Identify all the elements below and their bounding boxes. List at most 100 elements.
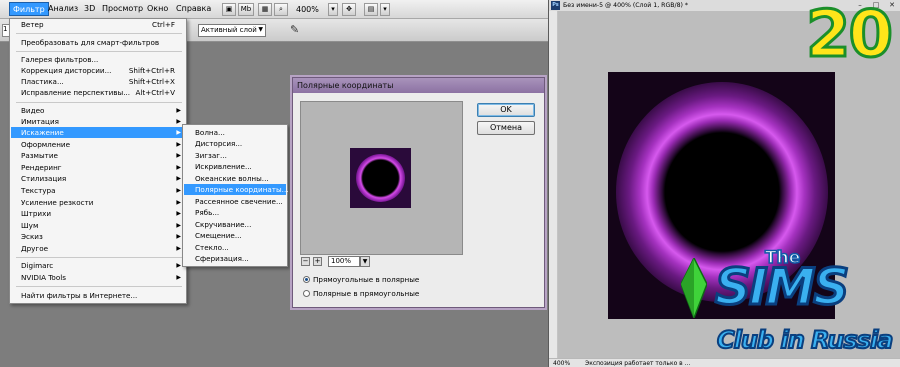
- radio-label: Полярные в прямоугольные: [313, 289, 420, 298]
- menu-separator: [16, 102, 182, 103]
- zoom-level[interactable]: 400%: [296, 5, 319, 14]
- menu-item-video[interactable]: Видео ▶: [11, 105, 185, 116]
- zoom-in-button[interactable]: +: [313, 257, 322, 266]
- submenu-item-zigzag[interactable]: Зигзаг...: [184, 150, 286, 161]
- menu-item-shortcut: Shift+Ctrl+X: [128, 77, 175, 86]
- menu-item-smart-filters[interactable]: Преобразовать для смарт-фильтров: [11, 37, 185, 48]
- menu-item-label: Эскиз: [21, 232, 43, 241]
- menu-filter[interactable]: Фильтр: [9, 2, 49, 16]
- arrange-documents-icon[interactable]: ▤: [364, 3, 378, 16]
- zoom-out-button[interactable]: −: [301, 257, 310, 266]
- menu-item-filter-gallery[interactable]: Галерея фильтров...: [11, 54, 185, 65]
- menu-item-sketch-strokes[interactable]: Штрихи ▶: [11, 208, 185, 219]
- preview-area[interactable]: [300, 101, 463, 255]
- submenu-arrow-icon: ▶: [176, 199, 181, 206]
- submenu-item-shear[interactable]: Искривление...: [184, 161, 286, 172]
- menu-item-label: Стекло...: [195, 243, 229, 252]
- submenu-arrow-icon: ▶: [176, 152, 181, 159]
- menu-item-texture[interactable]: Текстура ▶: [11, 185, 185, 196]
- filter-menu: Ветер Ctrl+F Преобразовать для смарт-филь…: [9, 18, 187, 304]
- menu-item-shortcut: Shift+Ctrl+R: [128, 66, 175, 75]
- menu-item-digimarc[interactable]: Digimarc ▶: [11, 260, 185, 271]
- layer-select[interactable]: Активный слой ▼: [198, 24, 266, 37]
- menu-item-blur[interactable]: Размытие ▶: [11, 150, 185, 161]
- chevron-down-icon[interactable]: ▼: [360, 256, 370, 267]
- menu-item-label: Рассеянное свечение...: [195, 197, 283, 206]
- radio-polar-to-rect[interactable]: Полярные в прямоугольные: [303, 289, 419, 299]
- menu-item-label: Пластика...: [21, 77, 64, 86]
- menu-item-other[interactable]: Другое ▶: [11, 243, 185, 254]
- submenu-item-displace[interactable]: Смещение...: [184, 230, 286, 241]
- menu-item-brush-strokes[interactable]: Оформление ▶: [11, 139, 185, 150]
- bridge-icon[interactable]: ▣: [222, 3, 236, 16]
- menu-item-label: Галерея фильтров...: [21, 55, 99, 64]
- menu-item-liquify[interactable]: Пластика... Shift+Ctrl+X: [11, 76, 185, 87]
- menu-item-label: Сферизация...: [195, 254, 249, 263]
- menu-window[interactable]: Окно: [147, 4, 168, 13]
- menu-item-label: Искривление...: [195, 162, 252, 171]
- menu-3d[interactable]: 3D: [84, 4, 95, 13]
- menu-item-vanishing-point[interactable]: Исправление перспективы... Alt+Ctrl+V: [11, 87, 185, 98]
- view-extras-icon[interactable]: ▦: [258, 3, 272, 16]
- minibridge-button[interactable]: Mb: [238, 3, 254, 16]
- status-zoom[interactable]: 400%: [553, 359, 570, 367]
- menu-item-browse-filters-online[interactable]: Найти фильтры в Интернете...: [11, 290, 185, 301]
- menu-item-artistic[interactable]: Имитация ▶: [11, 116, 185, 127]
- submenu-item-wave[interactable]: Волна...: [184, 127, 286, 138]
- submenu-arrow-icon: ▶: [176, 210, 181, 217]
- polar-coordinates-dialog: Полярные координаты − + 100% ▼ OK Отмена…: [292, 77, 545, 308]
- menu-item-label: Коррекция дисторсии...: [21, 66, 112, 75]
- menu-item-label: Рендеринг: [21, 163, 62, 172]
- menu-item-label: Текстура: [21, 186, 56, 195]
- dialog-title[interactable]: Полярные координаты: [293, 78, 544, 93]
- menu-separator: [16, 51, 182, 52]
- hand-tool-icon[interactable]: ✥: [342, 3, 356, 16]
- submenu-item-ripple[interactable]: Рябь...: [184, 207, 286, 218]
- menu-item-label: Digimarc: [21, 261, 54, 270]
- radio-unselected-icon: [303, 290, 310, 297]
- menu-item-nvidia-tools[interactable]: NVIDIA Tools ▶: [11, 272, 185, 283]
- submenu-arrow-icon: ▶: [176, 107, 181, 114]
- eyedropper-icon[interactable]: ✎: [290, 23, 304, 37]
- menu-item-sketch[interactable]: Эскиз ▶: [11, 231, 185, 242]
- menu-item-label: Усиление резкости: [21, 198, 94, 207]
- menu-item-label: Зигзаг...: [195, 151, 227, 160]
- menu-item-sharpen[interactable]: Усиление резкости ▶: [11, 197, 185, 208]
- menu-item-render[interactable]: Рендеринг ▶: [11, 162, 185, 173]
- menu-view[interactable]: Просмотр: [102, 4, 143, 13]
- submenu-item-glass[interactable]: Стекло...: [184, 242, 286, 253]
- radio-rect-to-polar[interactable]: Прямоугольные в полярные: [303, 275, 419, 285]
- submenu-item-diffuse-glow[interactable]: Рассеянное свечение...: [184, 196, 286, 207]
- menu-item-stylize[interactable]: Стилизация ▶: [11, 173, 185, 184]
- document-title: Без имени-5 @ 400% (Слой 1, RGB/8) *: [563, 2, 688, 9]
- menu-separator: [16, 33, 182, 34]
- screen-mode-dropdown-icon[interactable]: ▾: [380, 3, 390, 16]
- vertical-scrollbar[interactable]: [549, 11, 558, 358]
- cancel-button[interactable]: Отмена: [477, 121, 535, 135]
- menu-item-noise[interactable]: Шум ▶: [11, 220, 185, 231]
- submenu-arrow-icon: ▶: [176, 164, 181, 171]
- submenu-item-polar-coordinates[interactable]: Полярные координаты...: [184, 184, 289, 195]
- menu-analysis[interactable]: Анализ: [48, 4, 78, 13]
- sims-club-logo: The SIMS Club in Russia: [673, 240, 900, 367]
- menu-item-label: Смещение...: [195, 231, 242, 240]
- menu-item-shortcut: Alt+Ctrl+V: [135, 88, 175, 97]
- zoom-tool-icon[interactable]: ⌕: [274, 3, 288, 16]
- zoom-dropdown-icon[interactable]: ▾: [328, 3, 338, 16]
- ok-button[interactable]: OK: [477, 103, 535, 117]
- submenu-item-ocean-ripple[interactable]: Океанские волны...: [184, 173, 286, 184]
- menu-item-label: Штрихи: [21, 209, 52, 218]
- distort-submenu: Волна... Дисторсия... Зигзаг... Искривле…: [182, 124, 289, 267]
- submenu-item-twirl[interactable]: Скручивание...: [184, 219, 286, 230]
- menu-item-distort[interactable]: Искажение ▶: [11, 127, 185, 138]
- submenu-item-spherize[interactable]: Сферизация...: [184, 253, 286, 264]
- submenu-item-pinch[interactable]: Дисторсия...: [184, 138, 286, 149]
- submenu-arrow-icon: ▶: [176, 175, 181, 182]
- menu-help[interactable]: Справка: [176, 4, 211, 13]
- menu-item-last-filter[interactable]: Ветер Ctrl+F: [11, 19, 185, 30]
- preview-image: [350, 148, 411, 208]
- submenu-arrow-icon: ▶: [176, 274, 181, 281]
- menu-item-label: Искажение: [21, 128, 64, 137]
- preview-zoom-field[interactable]: 100%: [328, 256, 360, 267]
- menu-item-lens-correction[interactable]: Коррекция дисторсии... Shift+Ctrl+R: [11, 65, 185, 76]
